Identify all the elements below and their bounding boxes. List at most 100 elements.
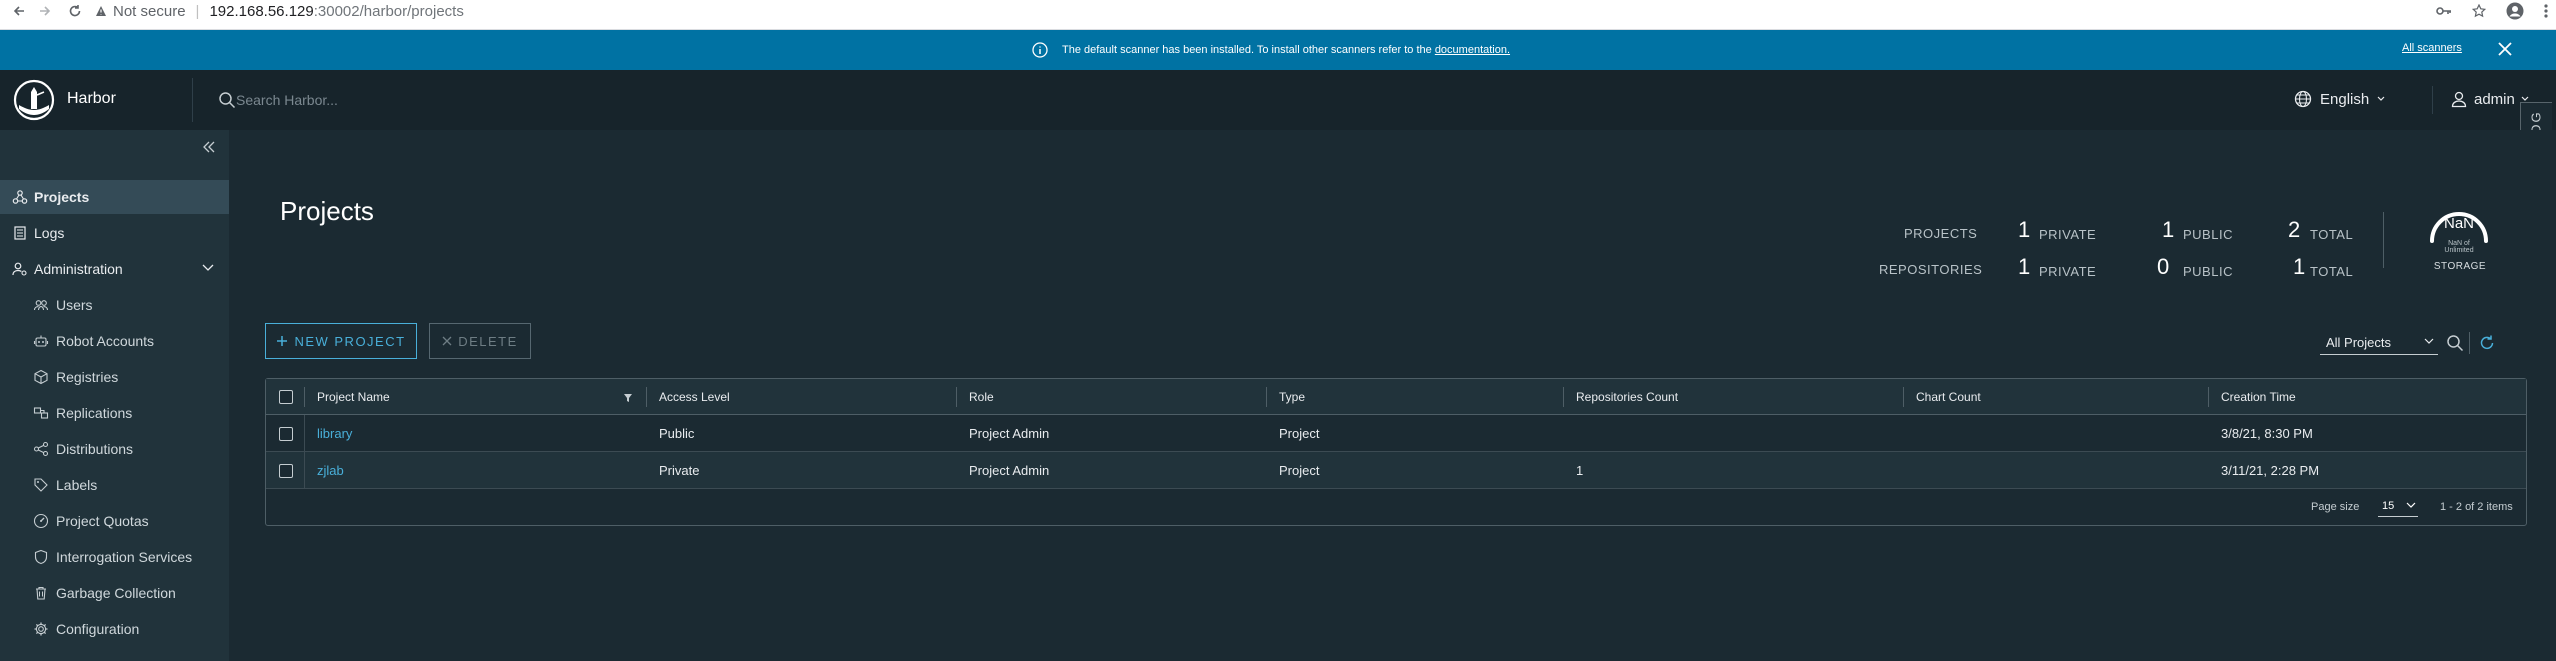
url-separator: | (195, 2, 200, 20)
row-separator (304, 452, 305, 489)
star-icon[interactable] (2472, 4, 2486, 18)
sidebar-item-registries[interactable]: Registries (0, 360, 229, 394)
filter-divider (2469, 332, 2470, 354)
new-project-button[interactable]: NEW PROJECT (265, 323, 417, 359)
stat-private-label: PRIVATE (2039, 264, 2097, 279)
user-menu[interactable]: admin (2450, 90, 2529, 108)
sidebar-item-labels[interactable]: Labels (0, 468, 229, 502)
back-icon[interactable] (6, 0, 32, 24)
page-title: Projects (280, 196, 374, 226)
chevron-down-icon (2377, 96, 2385, 101)
page-size-select[interactable]: 15 (2378, 495, 2418, 517)
filter-icon[interactable] (623, 393, 633, 403)
role-cell: Project Admin (969, 426, 1050, 441)
stat-projects-public: 1 (2162, 217, 2175, 242)
column-header-chart-count[interactable]: Chart Count (1916, 379, 1981, 415)
harbor-logo-icon[interactable] (13, 79, 55, 121)
column-separator (304, 387, 305, 407)
sidebar-item-projects[interactable]: Projects (0, 180, 229, 214)
column-header-creation-time[interactable]: Creation Time (2221, 379, 2296, 415)
url-host: 192.168.56.129 (209, 2, 314, 20)
sidebar-item-label: Administration (34, 261, 123, 277)
stat-projects-total: 2 (2288, 217, 2301, 242)
username-label: admin (2474, 90, 2515, 108)
sidebar-item-logs[interactable]: Logs (0, 216, 229, 250)
all-scanners-link[interactable]: All scanners (2402, 42, 2462, 54)
project-name-link[interactable]: zjlab (317, 452, 344, 489)
stat-repositories-label: REPOSITORIES (1879, 262, 1983, 277)
column-header-role[interactable]: Role (969, 379, 994, 415)
globe-icon (2294, 90, 2312, 108)
sidebar-item-label: Registries (56, 369, 119, 385)
users-icon (33, 300, 49, 311)
delete-button[interactable]: DELETE (429, 323, 531, 359)
sidebar-item-interrogation-services[interactable]: Interrogation Services (0, 540, 229, 574)
search-icon (219, 92, 236, 109)
security-label: Not secure (113, 2, 186, 20)
row-checkbox[interactable] (279, 427, 293, 441)
stat-repositories-private: 1 (2018, 254, 2031, 279)
reload-icon[interactable] (62, 0, 88, 24)
storage-label: STORAGE (2433, 261, 2487, 272)
sidebar-item-label: Users (56, 297, 93, 313)
close-icon[interactable] (2496, 40, 2514, 58)
access-level-cell: Public (659, 426, 695, 441)
project-filter-select[interactable]: All Projects (2320, 331, 2438, 355)
search-icon[interactable] (2446, 334, 2464, 352)
project-name-link[interactable]: library (317, 415, 352, 452)
filter-value: All Projects (2326, 335, 2392, 350)
sidebar-item-garbage-collection[interactable]: Garbage Collection (0, 576, 229, 610)
column-header-project-name[interactable]: Project Name (317, 379, 390, 415)
browser-bar: Not secure | 192.168.56.129:30002/harbor… (0, 0, 2556, 30)
table-footer: Page size 15 1 - 2 of 2 items (266, 489, 2526, 525)
column-header-type[interactable]: Type (1279, 379, 1305, 415)
menu-dots-icon[interactable] (2544, 4, 2548, 18)
type-cell: Project (1279, 463, 1320, 478)
distributions-icon (33, 441, 49, 457)
labels-icon (34, 478, 48, 492)
row-separator (304, 415, 305, 452)
sidebar-item-administration[interactable]: Administration (0, 252, 229, 286)
sidebar-item-label: Project Quotas (56, 513, 149, 529)
pagination-info: 1 - 2 of 2 items (2440, 501, 2513, 513)
user-icon (2451, 91, 2467, 108)
projects-icon (12, 190, 28, 204)
language-label: English (2320, 90, 2370, 108)
documentation-link[interactable]: documentation. (1435, 44, 1510, 56)
type-cell: Project (1279, 426, 1320, 441)
select-all-checkbox[interactable] (279, 390, 293, 404)
app-name[interactable]: Harbor (67, 90, 116, 108)
sidebar-item-configuration[interactable]: Configuration (0, 612, 229, 646)
stat-projects-label: PROJECTS (1904, 226, 1978, 241)
administration-icon (12, 262, 27, 276)
sidebar-item-robot-accounts[interactable]: Robot Accounts (0, 324, 229, 358)
sidebar-item-replications[interactable]: Replications (0, 396, 229, 430)
header-divider (2432, 86, 2433, 114)
forward-icon[interactable] (32, 0, 58, 24)
sidebar-item-users[interactable]: Users (0, 288, 229, 322)
sidebar-item-distributions[interactable]: Distributions (0, 432, 229, 466)
sidebar-item-label: Garbage Collection (56, 585, 176, 601)
profile-icon[interactable] (2506, 2, 2524, 20)
chevron-down-icon (202, 264, 214, 271)
row-checkbox[interactable] (279, 464, 293, 478)
address-bar[interactable]: Not secure | 192.168.56.129:30002/harbor… (95, 0, 464, 22)
refresh-icon[interactable] (2478, 334, 2496, 352)
stats-divider (2383, 212, 2384, 268)
registries-icon (34, 369, 48, 385)
language-selector[interactable]: English (2294, 90, 2385, 108)
sidebar-item-label: Interrogation Services (56, 549, 193, 565)
table-row: zjlab Private Project Admin Project 1 3/… (266, 452, 2526, 489)
sidebar-item-label: Logs (34, 225, 65, 241)
sidebar-item-project-quotas[interactable]: Project Quotas (0, 504, 229, 538)
column-separator (1563, 387, 1564, 407)
trash-icon (36, 586, 46, 600)
storage-value: NaN (2443, 215, 2474, 232)
access-level-cell: Private (659, 463, 700, 478)
collapse-sidebar-icon[interactable] (202, 140, 216, 154)
search-input[interactable] (236, 88, 636, 112)
chevron-down-icon (2406, 502, 2416, 508)
column-header-repositories-count[interactable]: Repositories Count (1576, 379, 1678, 415)
key-icon[interactable] (2436, 5, 2452, 17)
column-header-access-level[interactable]: Access Level (659, 379, 730, 415)
